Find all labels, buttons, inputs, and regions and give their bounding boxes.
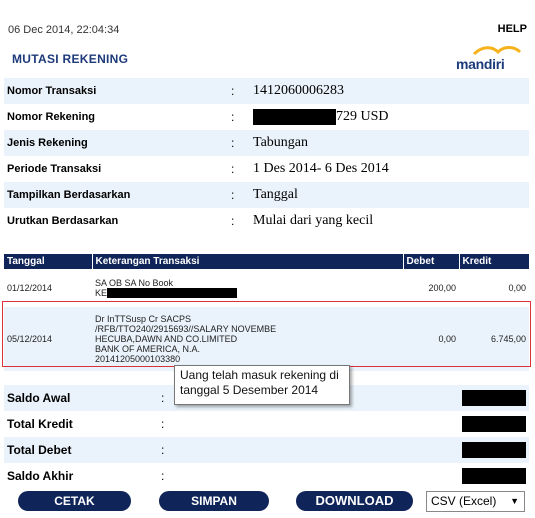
summary-row-saldo-akhir: Saldo Akhir : [4,463,529,489]
description-line: SA OB SA No Book [95,277,174,288]
summary-colon: : [161,391,165,405]
cell-debet: 200,00 [403,269,459,307]
description-line: KE [95,287,108,298]
cell-kredit: 6.745,00 [459,307,529,371]
info-value: 1 Des 2014- 6 Des 2014 [253,161,389,176]
summary-label: Saldo Akhir [7,469,74,483]
redacted-amount [462,442,526,458]
info-colon: : [231,214,235,228]
info-label: Urutkan Berdasarkan [7,215,119,227]
cell-description: SA OB SA No Book KE [92,269,403,307]
column-header-kredit: Kredit [459,254,529,269]
help-link[interactable]: HELP [498,23,527,35]
cell-kredit: 0,00 [459,269,529,307]
summary-colon: : [161,417,165,431]
column-header-debet: Debet [403,254,460,269]
info-value-wrapper: 729 USD [253,109,389,125]
redacted-account-number [253,109,336,125]
annotation-tooltip: Uang telah masuk rekening di tanggal 5 D… [174,365,350,405]
print-button[interactable]: CETAK [18,491,131,511]
redacted-amount [462,468,526,484]
description-line: 20141205000103380 [95,354,181,364]
info-value: Mulai dari yang kecil [253,213,374,228]
redacted-destination [107,288,238,299]
account-info-panel: Nomor Transaksi : 1412060006283 Nomor Re… [4,78,529,234]
summary-label: Total Debet [7,443,72,457]
summary-row-total-kredit: Total Kredit : [4,411,529,437]
info-row-nomor-rekening: Nomor Rekening : 729 USD [4,104,529,130]
info-row-tampilkan: Tampilkan Berdasarkan : Tanggal [4,182,529,208]
summary-label: Saldo Awal [7,391,71,405]
description-line-wrapper: KE [95,288,400,299]
export-format-select[interactable]: CSV (Excel) ▼ [426,491,525,512]
summary-row-total-debet: Total Debet : [4,437,529,463]
info-colon: : [231,188,235,202]
column-header-tanggal: Tanggal [4,254,93,269]
description-line: BANK OF AMERICA, N.A. [95,344,201,354]
tooltip-line: tanggal 5 Desember 2014 [180,383,319,397]
info-row-urutkan: Urutkan Berdasarkan : Mulai dari yang ke… [4,208,529,234]
mandiri-logo: mandiri [456,46,524,72]
table-header-row: Tanggal Keterangan Transaksi Debet Kredi… [4,254,529,269]
dropdown-arrow-icon: ▼ [510,496,519,506]
info-row-jenis-rekening: Jenis Rekening : Tabungan [4,130,529,156]
logo-wave-icon [472,46,522,56]
account-suffix: 729 USD [336,109,389,124]
info-label: Nomor Rekening [7,111,96,123]
description-line: /RFB/TTO240/2915693//SALARY NOVEMBE [95,324,277,334]
redacted-amount [462,416,526,432]
info-label: Periode Transaksi [7,163,102,175]
column-header-keterangan: Keterangan Transaksi [92,254,404,269]
table-row: 01/12/2014 SA OB SA No Book KE 200,00 0,… [4,269,529,307]
info-label: Tampilkan Berdasarkan [7,189,131,201]
info-colon: : [231,136,235,150]
cell-debet: 0,00 [403,307,459,371]
tooltip-line: Uang telah masuk rekening di [180,368,339,382]
selected-format: CSV (Excel) [431,494,497,508]
info-row-nomor-transaksi: Nomor Transaksi : 1412060006283 [4,78,529,104]
info-label: Jenis Rekening [7,137,88,149]
redacted-amount [462,390,526,406]
info-value: Tanggal [253,187,298,202]
summary-colon: : [161,443,165,457]
info-label: Nomor Transaksi [7,85,97,97]
info-colon: : [231,162,235,176]
info-colon: : [231,84,235,98]
logo-text: mandiri [456,56,505,72]
cell-date: 05/12/2014 [4,307,92,371]
transactions-table: Tanggal Keterangan Transaksi Debet Kredi… [4,254,529,371]
table-row: 05/12/2014 Dr InTTSusp Cr SACPS /RFB/TTO… [4,307,529,371]
page-title: MUTASI REKENING [12,52,129,66]
info-value: Tabungan [253,135,309,150]
description-line: Dr InTTSusp Cr SACPS [95,314,192,324]
info-row-periode-transaksi: Periode Transaksi : 1 Des 2014- 6 Des 20… [4,156,529,182]
info-value: 1412060006283 [253,83,344,98]
cell-date: 01/12/2014 [4,269,92,307]
description-line: HECUBA,DAWN AND CO.LIMITED [95,334,238,344]
summary-colon: : [161,469,165,483]
download-button[interactable]: DOWNLOAD [296,491,413,511]
summary-label: Total Kredit [7,417,73,431]
cell-description: Dr InTTSusp Cr SACPS /RFB/TTO240/2915693… [92,307,403,371]
datetime-label: 06 Dec 2014, 22:04:34 [8,24,120,36]
info-colon: : [231,110,235,124]
save-button[interactable]: SIMPAN [159,491,269,511]
